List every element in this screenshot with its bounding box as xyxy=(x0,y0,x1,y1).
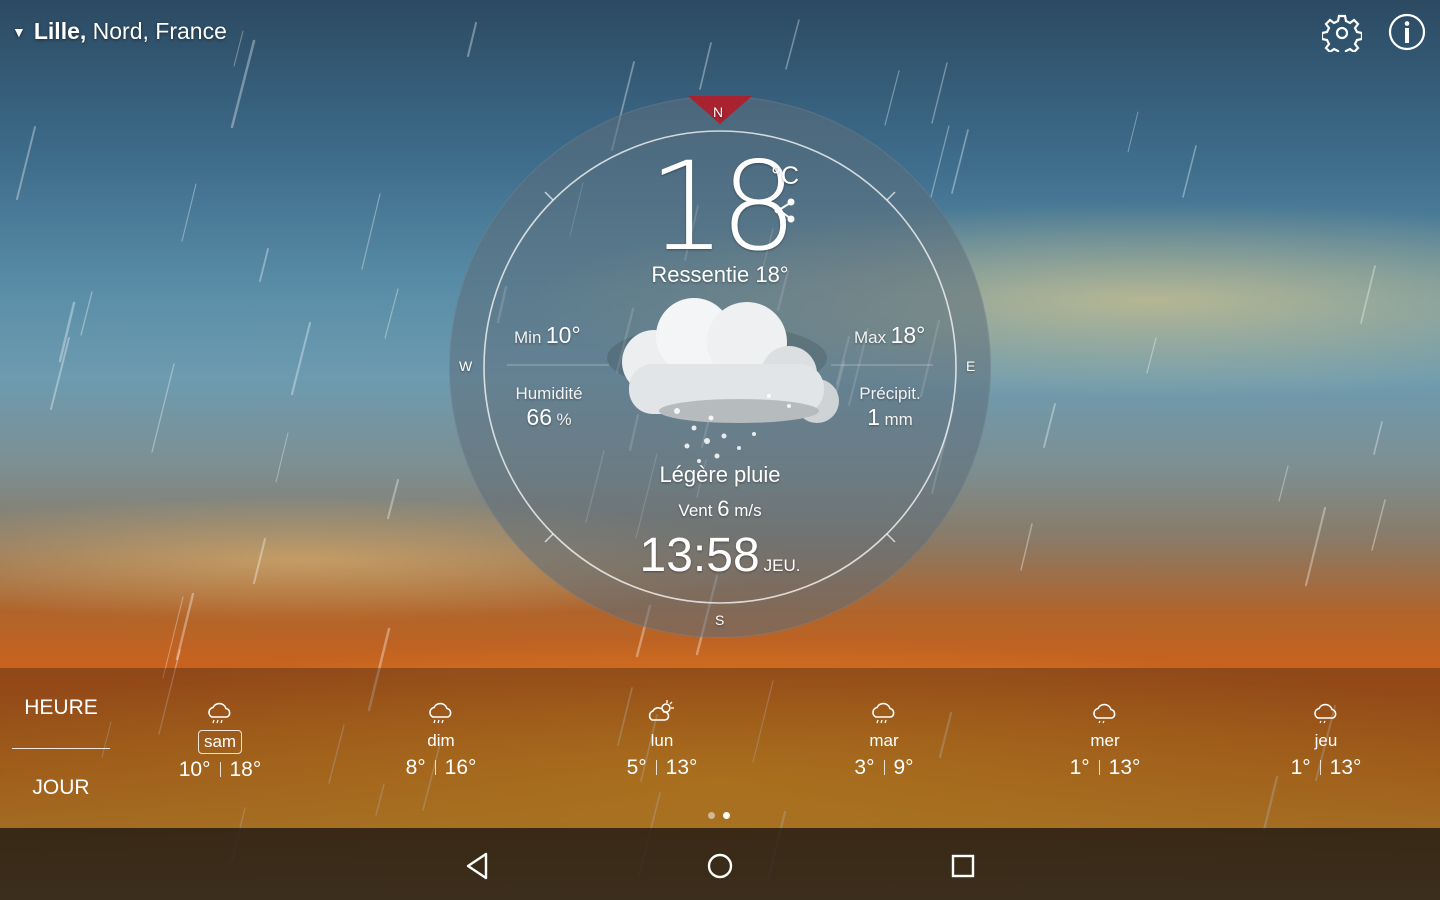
recents-button[interactable] xyxy=(943,846,983,886)
forecast-day[interactable]: lun 5° 13° xyxy=(582,698,742,780)
mode-divider xyxy=(12,748,110,749)
forecast-day[interactable]: sam 10° 18° xyxy=(140,698,300,782)
forecast-high: 13° xyxy=(1329,756,1362,779)
temp-separator xyxy=(655,760,657,775)
forecast-day-name: dim xyxy=(427,731,455,750)
max-temp: Max 18° xyxy=(854,322,926,348)
partly-sunny-icon xyxy=(648,700,674,721)
forecast-temps: 1° 13° xyxy=(1246,756,1406,780)
forecast-high: 18° xyxy=(229,758,262,781)
forecast-high: 13° xyxy=(1108,756,1141,779)
temp-separator xyxy=(1319,760,1321,775)
compass-west: W xyxy=(459,358,473,374)
compass-south: S xyxy=(715,612,725,628)
current-time: 13:58 JEU. xyxy=(639,529,801,582)
home-circle-icon xyxy=(707,853,733,879)
forecast-temps: 8° 16° xyxy=(361,756,521,780)
location-city: Lille, xyxy=(33,18,87,44)
forecast-day-name: sam xyxy=(197,730,243,754)
share-button[interactable] xyxy=(771,196,801,226)
location-selector[interactable]: ▼ Lille, Nord, France xyxy=(12,18,227,45)
temp-separator xyxy=(883,760,885,775)
wind-speed: Vent 6 m/s xyxy=(678,496,762,521)
forecast-low: 8° xyxy=(405,756,426,779)
rain-cloud-illustration xyxy=(607,298,839,463)
min-temp: Min 10° xyxy=(514,322,581,348)
weather-condition: Légère pluie xyxy=(659,462,781,487)
compass-north: N xyxy=(713,104,724,120)
back-button[interactable] xyxy=(457,846,497,886)
share-icon xyxy=(774,198,795,223)
temp-separator xyxy=(1098,760,1100,775)
back-triangle-icon xyxy=(466,852,488,880)
temp-separator xyxy=(434,760,436,775)
home-button[interactable] xyxy=(700,846,740,886)
info-button[interactable] xyxy=(1387,12,1427,52)
cloud-icon xyxy=(1314,703,1337,724)
triangle-down-icon: ▼ xyxy=(12,23,26,40)
forecast-temps: 10° 18° xyxy=(140,758,300,782)
compass-east: E xyxy=(966,358,976,374)
forecast-day[interactable]: jeu 1° 13° xyxy=(1246,698,1406,780)
forecast-low: 1° xyxy=(1069,756,1090,779)
forecast-day-name: lun xyxy=(650,731,674,750)
recents-square-icon xyxy=(951,854,975,878)
precipitation: Précipit. 1 mm xyxy=(859,384,921,430)
forecast-low: 1° xyxy=(1290,756,1311,779)
temp-separator xyxy=(219,762,221,777)
forecast-strip: HEURE JOUR sam 10° 18° dim 8° 16° lun 5° 13° mar 3… xyxy=(0,668,1440,828)
page-dot xyxy=(708,812,715,819)
current-temperature: 18 xyxy=(648,136,797,278)
gear-icon xyxy=(1322,14,1362,52)
system-nav-bar xyxy=(0,828,1440,900)
forecast-high: 9° xyxy=(893,756,914,779)
forecast-temps: 5° 13° xyxy=(582,756,742,780)
location-region: Nord, France xyxy=(86,18,227,44)
page-indicator xyxy=(708,812,730,819)
forecast-low: 5° xyxy=(626,756,647,779)
forecast-day[interactable]: mar 3° 9° xyxy=(804,698,964,780)
temperature-unit: °C xyxy=(771,162,800,190)
weather-dial: 18 °C Ressentie 18° Min 10° Max 18° Humi… xyxy=(449,96,991,638)
page-dot-active xyxy=(723,812,730,819)
info-icon xyxy=(1388,13,1426,51)
forecast-low: 3° xyxy=(854,756,875,779)
forecast-day-name: mer xyxy=(1090,731,1120,750)
rain-cloud-icon xyxy=(208,702,231,724)
forecast-day-name: jeu xyxy=(1314,731,1338,750)
forecast-day[interactable]: mer 1° 13° xyxy=(1025,698,1185,780)
forecast-high: 13° xyxy=(665,756,698,779)
mode-day-tab[interactable]: JOUR xyxy=(0,776,122,800)
settings-button[interactable] xyxy=(1322,12,1362,52)
rain-cloud-icon xyxy=(429,702,452,724)
forecast-day-name: mar xyxy=(869,731,899,750)
forecast-day[interactable]: dim 8° 16° xyxy=(361,698,521,780)
cloud-icon xyxy=(1093,703,1116,724)
forecast-high: 16° xyxy=(444,756,477,779)
rain-cloud-icon xyxy=(872,702,895,724)
forecast-temps: 1° 13° xyxy=(1025,756,1185,780)
humidity: Humidité 66 % xyxy=(515,384,583,430)
feels-like: Ressentie 18° xyxy=(651,262,789,287)
mode-hour-tab[interactable]: HEURE xyxy=(0,696,122,720)
forecast-low: 10° xyxy=(178,758,211,781)
forecast-temps: 3° 9° xyxy=(804,756,964,780)
